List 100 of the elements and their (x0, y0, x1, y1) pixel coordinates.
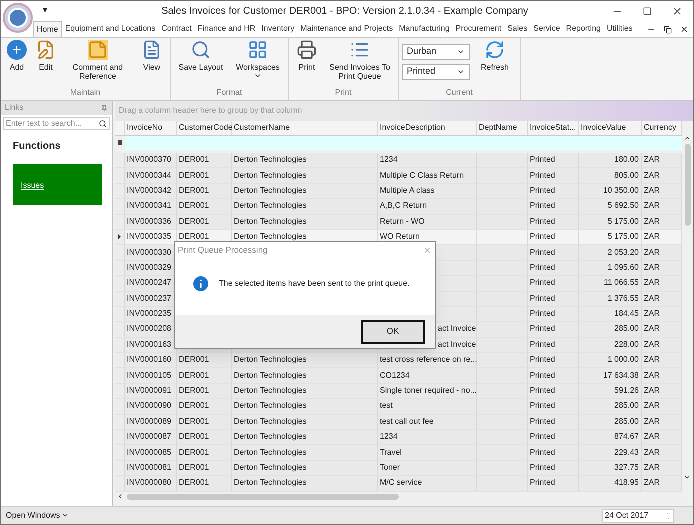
ribbon-tab[interactable]: Home (33, 21, 62, 37)
ribbon-button[interactable]: View (137, 40, 167, 72)
function-tile[interactable]: Issues (13, 164, 102, 205)
table-cell: DER001 (179, 184, 210, 197)
table-cell: Derton Technologies (234, 170, 307, 182)
table-cell: Printed (530, 216, 556, 228)
ribbon-button[interactable]: Print (292, 40, 322, 72)
table-cell: ZAR (644, 370, 660, 382)
ribbon-tab[interactable]: Service (530, 21, 564, 37)
ribbon-tab[interactable]: Equipment and Locations (62, 21, 159, 37)
scroll-left-icon[interactable] (117, 493, 124, 500)
table-cell: 17 634.38 (603, 370, 639, 382)
ribbon-button[interactable]: Add (4, 40, 30, 72)
scroll-down-icon[interactable] (684, 474, 691, 481)
restore-icon[interactable] (664, 26, 672, 34)
table-cell: ZAR (644, 308, 660, 320)
ribbon-tab[interactable]: Manufacturing (396, 21, 453, 37)
tile-link[interactable]: Issues (21, 181, 44, 190)
search-field[interactable]: Enter text to search... (3, 117, 110, 130)
table-cell: Printed (530, 446, 556, 459)
table-cell: act Invoice (438, 323, 476, 336)
table-cell: DER001 (179, 385, 210, 398)
table-cell: act Invoice (438, 338, 476, 351)
table-cell: test (380, 400, 393, 412)
table-cell: ZAR (644, 477, 660, 490)
ribbon-tab[interactable]: Finance and HR (194, 21, 259, 37)
dropdown[interactable]: Printed (402, 64, 470, 80)
table-cell: ZAR (644, 385, 660, 398)
add-icon (7, 40, 27, 60)
ribbon-tab[interactable]: Procurement (452, 21, 505, 37)
dropdown[interactable]: Durban (402, 44, 470, 60)
table-cell: 11 066.55 (604, 277, 639, 290)
table-cell: INV0000085 (127, 446, 172, 459)
table-cell: INV0000329 (127, 262, 172, 274)
table-cell: INV0000208 (127, 323, 172, 336)
column-header[interactable]: CustomerName (234, 122, 290, 134)
table-cell: INV0000087 (127, 431, 172, 444)
column-header[interactable]: InvoiceDescription (380, 122, 446, 134)
close-icon[interactable] (680, 25, 689, 34)
date-field[interactable]: 24 Oct 2017 (602, 508, 674, 522)
table-cell: Derton Technologies (234, 370, 307, 382)
close-icon[interactable] (672, 6, 683, 16)
ribbon-button[interactable]: Edit (33, 40, 59, 72)
table-cell: ZAR (644, 216, 660, 228)
table-cell: Return - WO (380, 216, 425, 228)
ribbon-button[interactable]: Workspaces (231, 40, 285, 80)
table-cell: Printed (530, 462, 556, 474)
table-cell: test cross reference on re... (380, 354, 478, 366)
column-header[interactable]: DeptName (479, 122, 518, 134)
ribbon-tab[interactable]: Reporting (563, 21, 604, 37)
caret-icon (457, 68, 465, 76)
table-cell: Printed (530, 416, 556, 428)
info-icon (191, 274, 211, 294)
table-cell: Derton Technologies (234, 400, 307, 412)
table-cell: test call out fee (380, 416, 434, 428)
column-header[interactable]: Currency (644, 122, 676, 134)
table-cell: 180.00 (614, 154, 639, 166)
column-header[interactable]: InvoiceStat... (530, 122, 576, 134)
ribbon-tab[interactable]: Contract (158, 21, 195, 37)
quick-access-menu[interactable]: ▾ (43, 4, 48, 18)
ribbon-tab[interactable]: Utilities (604, 21, 636, 37)
ribbon-tab[interactable]: Inventory (258, 21, 298, 37)
table-cell: 229.43 (614, 446, 639, 459)
maximize-icon[interactable] (643, 6, 652, 16)
pin-icon[interactable] (101, 104, 108, 112)
column-header[interactable]: InvoiceValue (581, 122, 626, 134)
filter-icon (118, 140, 122, 146)
ok-button[interactable]: OK (361, 320, 425, 344)
ribbon-tab[interactable]: Sales (504, 21, 531, 37)
table-cell: Printed (530, 184, 556, 197)
table-cell: DER001 (179, 477, 210, 490)
column-header[interactable]: CustomerCode (179, 122, 233, 134)
scroll-up-icon[interactable] (684, 134, 691, 142)
ribbon-button[interactable]: Refresh (473, 40, 517, 72)
ribbon-tab[interactable]: Maintenance and Projects (298, 21, 396, 37)
open-windows-menu[interactable]: Open Windows (6, 510, 70, 522)
table-cell: Printed (530, 262, 556, 274)
ribbon-button[interactable]: Send Invoices To Print Queue (325, 40, 395, 81)
scroll-thumb[interactable] (127, 494, 399, 500)
table-cell: Printed (530, 277, 556, 290)
scroll-thumb[interactable] (684, 144, 690, 226)
table-cell: Toner (380, 462, 400, 474)
table-cell: Printed (530, 323, 556, 336)
table-cell: Derton Technologies (234, 231, 307, 244)
table-cell: 228.00 (614, 338, 639, 351)
table-cell: Derton Technologies (234, 462, 307, 474)
column-header[interactable]: InvoiceNo (127, 122, 163, 134)
ribbon-button[interactable]: Save Layout (174, 40, 228, 72)
table-cell: Printed (530, 154, 556, 166)
table-cell: Printed (530, 170, 556, 182)
table-cell: Derton Technologies (234, 216, 307, 228)
ribbon-button[interactable]: Comment and Reference (62, 40, 134, 81)
table-cell: INV0000081 (127, 462, 172, 474)
table-cell: DER001 (179, 216, 210, 228)
table-cell: ZAR (644, 354, 660, 366)
table-cell: CO1234 (380, 370, 410, 382)
app-logo-icon[interactable] (3, 3, 33, 33)
document-icon (142, 40, 162, 60)
spinner-icon (666, 510, 671, 520)
table-cell: Derton Technologies (234, 431, 307, 444)
